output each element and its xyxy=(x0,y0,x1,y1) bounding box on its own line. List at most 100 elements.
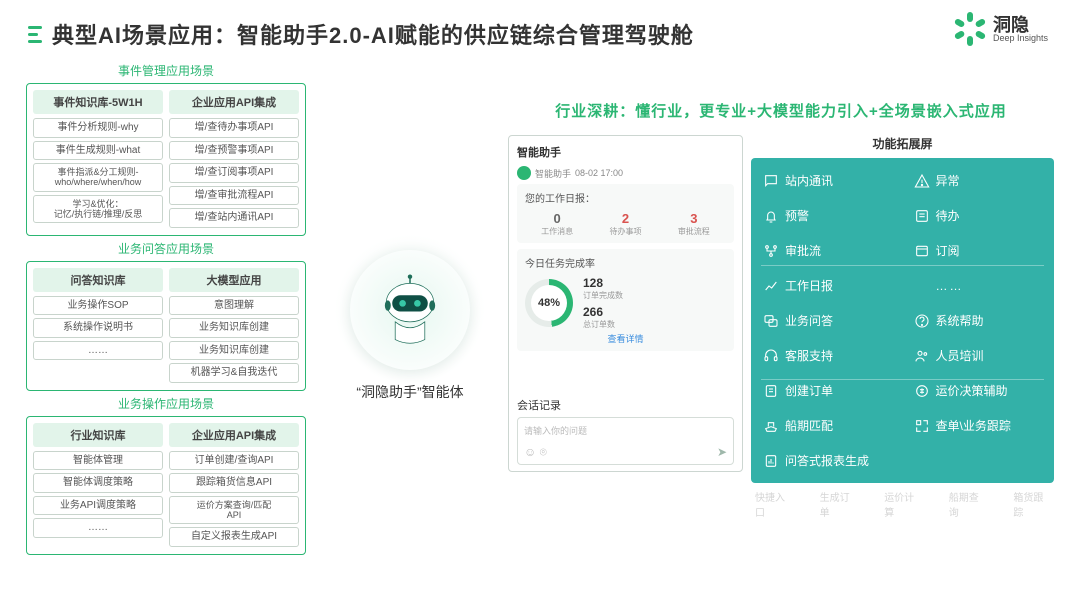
feature-help[interactable]: 系统帮助 xyxy=(912,308,1045,333)
feature-label: 创建订单 xyxy=(785,382,833,399)
feature-label: 异常 xyxy=(936,172,960,189)
ghost-item: 运价计算 xyxy=(884,489,921,519)
pill: 增/查预警事项API xyxy=(169,141,299,161)
feature-alert[interactable]: 异常 xyxy=(912,168,1045,193)
pill: …… xyxy=(33,341,163,361)
bell-icon xyxy=(763,208,779,224)
col-head: 企业应用API集成 xyxy=(169,423,299,447)
help-icon xyxy=(914,313,930,329)
qa-icon xyxy=(763,313,779,329)
train-icon xyxy=(914,348,930,364)
detail-link[interactable]: 查看详情 xyxy=(525,332,726,345)
feature-bell[interactable]: 预警 xyxy=(761,203,894,228)
assistant-chat-panel: 智能助手 智能助手 08-02 17:00 您的工作日报： 0 工作消息 2 待… xyxy=(508,135,743,472)
feature-label: 人员培训 xyxy=(936,347,984,364)
feature-label: 工作日报 xyxy=(785,277,833,294)
session-title: 会话记录 xyxy=(517,397,734,413)
flow-icon xyxy=(763,243,779,259)
feature-label: 船期匹配 xyxy=(785,417,833,434)
bot-name: 智能助手 xyxy=(535,167,571,180)
support-icon xyxy=(763,348,779,364)
logo-icon xyxy=(953,12,987,46)
ship-icon xyxy=(763,418,779,434)
feature-label: 预警 xyxy=(785,207,809,224)
feature-label: 待办 xyxy=(936,207,960,224)
robot-circle xyxy=(350,250,470,370)
col-head: 企业应用API集成 xyxy=(169,90,299,114)
chat-input[interactable]: 请输入你的问题 ☺ ⌾ ➤ xyxy=(517,417,734,465)
daily-report-card: 您的工作日报： 0 工作消息 2 待办事项 3 审批流程 xyxy=(517,184,734,243)
section-title-1: 业务问答应用场景 xyxy=(26,240,306,257)
stat-item: 3 审批流程 xyxy=(662,211,726,237)
stat-item: 0 工作消息 xyxy=(525,211,589,237)
stat-item: 2 待办事项 xyxy=(593,211,657,237)
pill: 事件指派&分工规则- who/where/when/how xyxy=(33,163,163,192)
pill: 系统操作说明书 xyxy=(33,318,163,338)
feature-ship[interactable]: 船期匹配 xyxy=(761,413,894,438)
feature-label: 问答式报表生成 xyxy=(785,452,869,469)
feature-train[interactable]: 人员培训 xyxy=(912,343,1045,368)
brand-logo: 洞隐 Deep Insights xyxy=(953,12,1048,46)
sub-icon xyxy=(914,243,930,259)
chat-icon xyxy=(763,173,779,189)
pill: 业务操作SOP xyxy=(33,296,163,316)
right-area: 行业深耕：懂行业，更专业+大模型能力引入+全场景嵌入式应用 智能助手 智能助手 … xyxy=(508,100,1054,519)
feature-label: 业务问答 xyxy=(785,312,833,329)
col-head: 大模型应用 xyxy=(169,268,299,292)
pill: 业务知识库创建 xyxy=(169,341,299,361)
feature-panel: 功能拓展屏 站内通讯异常预警待办审批流订阅工作日报……业务问答系统帮助客服支持人… xyxy=(751,135,1054,519)
feature-grid: 站内通讯异常预警待办审批流订阅工作日报……业务问答系统帮助客服支持人员培训创建订… xyxy=(751,158,1054,483)
progress-gauge: 48% xyxy=(525,279,573,327)
feature-order[interactable]: 创建订单 xyxy=(761,378,894,403)
pill: 机器学习&自我迭代 xyxy=(169,363,299,383)
scenario-column: 事件管理应用场景 事件知识库-5W1H 事件分析规则-why 事件生成规则-wh… xyxy=(26,58,306,557)
feature-list[interactable]: 待办 xyxy=(912,203,1045,228)
ghost-item: 快捷入口 xyxy=(755,489,792,519)
col-head: 事件知识库-5W1H xyxy=(33,90,163,114)
completion-card: 今日任务完成率 48% 128订单完成数 266总订单数 查看详情 xyxy=(517,249,734,351)
feature-flow[interactable]: 审批流 xyxy=(761,238,894,263)
assistant-avatar-block: “洞隐助手”智能体 xyxy=(335,250,485,402)
track-icon xyxy=(914,418,930,434)
ghost-item: 生成订单 xyxy=(820,489,857,519)
feature-label: 客服支持 xyxy=(785,347,833,364)
feature-sub[interactable]: 订阅 xyxy=(912,238,1045,263)
robot-icon xyxy=(373,273,447,347)
alert-icon xyxy=(914,173,930,189)
chart-icon xyxy=(763,278,779,294)
pill: 跟踪箱货信息API xyxy=(169,473,299,493)
section-box-0: 事件知识库-5W1H 事件分析规则-why 事件生成规则-what 事件指派&分… xyxy=(26,83,306,236)
price-icon xyxy=(914,383,930,399)
feature-support[interactable]: 客服支持 xyxy=(761,343,894,368)
bot-avatar-icon xyxy=(517,166,531,180)
feature-qa[interactable]: 业务问答 xyxy=(761,308,894,333)
chat-title: 智能助手 xyxy=(517,144,734,160)
pill: …… xyxy=(33,518,163,538)
emoji-icon[interactable]: ☺ ⌾ xyxy=(524,445,547,460)
right-headline: 行业深耕：懂行业，更专业+大模型能力引入+全场景嵌入式应用 xyxy=(508,100,1054,121)
chat-bot-header: 智能助手 08-02 17:00 xyxy=(517,166,734,180)
feature-label: 站内通讯 xyxy=(785,172,833,189)
pill: 学习&优化： 记忆/执行链/推理/反思 xyxy=(33,195,163,224)
pill: 运价方案查询/匹配 API xyxy=(169,496,299,525)
pill: 业务API调度策略 xyxy=(33,496,163,516)
report-icon xyxy=(763,453,779,469)
section-box-1: 问答知识库 业务操作SOP 系统操作说明书 …… 大模型应用 意图理解 业务知识… xyxy=(26,261,306,391)
section-title-0: 事件管理应用场景 xyxy=(26,62,306,79)
feature-label: 系统帮助 xyxy=(936,312,984,329)
pill: 智能体管理 xyxy=(33,451,163,471)
feature-label: 订阅 xyxy=(936,242,960,259)
pill: 订单创建/查询API xyxy=(169,451,299,471)
ghost-item: 箱货跟踪 xyxy=(1013,489,1050,519)
pill: 意图理解 xyxy=(169,296,299,316)
pill: 智能体调度策略 xyxy=(33,473,163,493)
ghost-item: 船期查询 xyxy=(949,489,986,519)
send-icon[interactable]: ➤ xyxy=(717,445,727,460)
feature-price[interactable]: 运价决策辅助 xyxy=(912,378,1045,403)
page-title: 典型AI场景应用：智能助手2.0-AI赋能的供应链综合管理驾驶舱 xyxy=(52,18,694,50)
feature-track[interactable]: 查单\业务跟踪 xyxy=(912,413,1045,438)
feature-label: 审批流 xyxy=(785,242,821,259)
feature-chat[interactable]: 站内通讯 xyxy=(761,168,894,193)
feature-report[interactable]: 问答式报表生成 xyxy=(761,448,894,473)
feature-chart[interactable]: 工作日报 xyxy=(761,273,894,298)
